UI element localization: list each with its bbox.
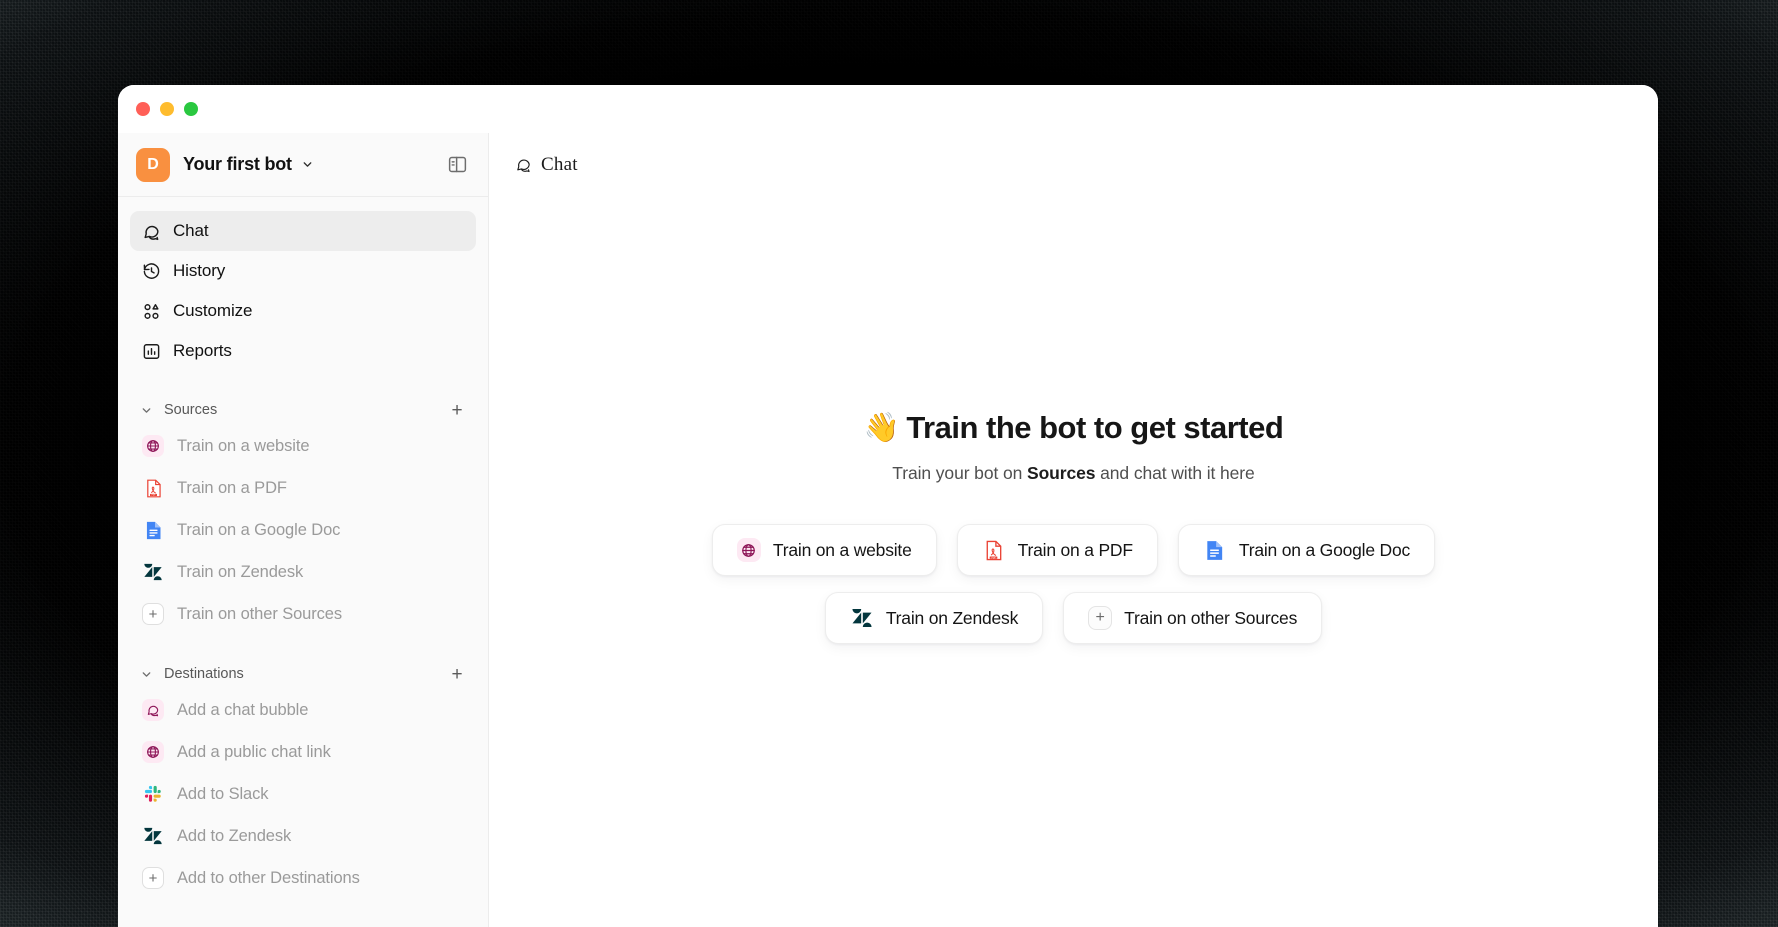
train-on-other-sources-button[interactable]: + Train on other Sources (1063, 592, 1323, 644)
add-source-button[interactable]: + (446, 399, 468, 421)
source-item-google-doc[interactable]: Train on a Google Doc (130, 509, 476, 551)
traffic-lights (136, 102, 198, 116)
plus-icon: + (142, 867, 164, 889)
workspace-name: Your first bot (183, 154, 292, 174)
window-titlebar (118, 85, 1658, 133)
sources-group-header: Sources + (130, 395, 476, 425)
source-item-label: Train on a Google Doc (177, 520, 341, 539)
training-buttons-row-2: Train on Zendesk + Train on other Source… (824, 592, 1323, 644)
destinations-group-header: Destinations + (130, 659, 476, 689)
plus-icon: + (1088, 606, 1113, 630)
button-label: Train on a Google Doc (1238, 539, 1411, 560)
subtitle-part-before: Train your bot on (892, 463, 1028, 483)
sidebar-item-history[interactable]: History (130, 251, 476, 291)
waving-hand-icon: 👋 (863, 412, 900, 444)
train-on-pdf-button[interactable]: PDF Train on a PDF (956, 524, 1158, 576)
destination-item-label: Add a public chat link (177, 742, 331, 761)
source-item-label: Train on Zendesk (177, 562, 304, 581)
customize-nodes-icon (142, 302, 161, 321)
window-body: D Your first bot Chat History Customize … (118, 133, 1658, 927)
sidebar-nav: Chat History Customize Reports (130, 211, 476, 371)
destination-item-label: Add to Slack (177, 784, 269, 803)
app-window: D Your first bot Chat History Customize … (118, 85, 1658, 927)
minimize-window-button[interactable] (160, 102, 174, 116)
sidebar-item-chat[interactable]: Chat (130, 211, 476, 251)
sidebar-header: D Your first bot (118, 133, 488, 197)
empty-state-title: 👋 Train the bot to get started (864, 410, 1284, 446)
pdf-file-icon: PDF (142, 477, 164, 499)
destination-item-label: Add to other Destinations (177, 868, 360, 887)
google-docs-icon (142, 519, 164, 541)
globe-icon (736, 538, 761, 562)
source-item-label: Train on a website (177, 436, 310, 455)
sidebar-item-label: Chat (173, 221, 209, 240)
sidebar-toggle-icon[interactable] (444, 152, 470, 178)
main-header: Chat (489, 133, 1658, 197)
sidebar-item-customize[interactable]: Customize (130, 291, 476, 331)
close-window-button[interactable] (136, 102, 150, 116)
source-item-zendesk[interactable]: Train on Zendesk (130, 551, 476, 593)
chevron-down-icon[interactable] (140, 668, 153, 681)
plus-icon: + (142, 603, 164, 625)
slack-icon (142, 783, 164, 805)
destination-item-public-link[interactable]: Add a public chat link (130, 731, 476, 773)
subtitle-part-after: and chat with it here (1095, 463, 1255, 483)
history-clock-icon (142, 262, 161, 281)
google-docs-icon (1203, 538, 1227, 562)
destinations-group-title: Destinations (164, 666, 244, 682)
source-item-pdf[interactable]: PDF Train on a PDF (130, 467, 476, 509)
sidebar-scroll-area[interactable]: Chat History Customize Reports Sources +… (118, 197, 488, 927)
sidebar-item-label: Customize (173, 301, 253, 320)
bar-chart-icon (142, 342, 161, 361)
sidebar-item-label: Reports (173, 341, 232, 360)
button-label: Train on other Sources (1124, 607, 1298, 628)
destination-item-label: Add a chat bubble (177, 700, 309, 719)
destination-item-slack[interactable]: Add to Slack (130, 773, 476, 815)
page-title: Chat (541, 153, 578, 175)
train-on-zendesk-button[interactable]: Train on Zendesk (824, 592, 1044, 644)
add-destination-button[interactable]: + (446, 663, 468, 685)
train-on-website-button[interactable]: Train on a website (711, 524, 937, 576)
sources-group: Sources + Train on a website PDF Train o… (130, 395, 476, 635)
subtitle-part-bold: Sources (1027, 463, 1096, 483)
train-on-google-doc-button[interactable]: Train on a Google Doc (1177, 524, 1436, 576)
sidebar: D Your first bot Chat History Customize … (118, 133, 489, 927)
zendesk-icon (142, 825, 164, 847)
chat-bubbles-icon (142, 699, 164, 721)
main-content: Chat 👋 Train the bot to get started Trai… (489, 133, 1658, 927)
sidebar-item-label: History (173, 261, 226, 280)
destinations-group: Destinations + Add a chat bubble Add a p… (130, 659, 476, 899)
destination-item-chat-bubble[interactable]: Add a chat bubble (130, 689, 476, 731)
destination-item-label: Add to Zendesk (177, 826, 292, 845)
destination-item-zendesk[interactable]: Add to Zendesk (130, 815, 476, 857)
zendesk-icon (850, 606, 874, 630)
training-buttons-row-1: Train on a website PDF Train on a PDF Tr… (711, 524, 1436, 576)
source-item-website[interactable]: Train on a website (130, 425, 476, 467)
chevron-down-icon[interactable] (301, 158, 314, 171)
zendesk-icon (142, 561, 164, 583)
pdf-file-icon: PDF (982, 538, 1006, 562)
sidebar-item-reports[interactable]: Reports (130, 331, 476, 371)
empty-state: 👋 Train the bot to get started Train you… (489, 197, 1658, 927)
button-label: Train on a PDF (1017, 539, 1133, 560)
source-item-label: Train on a PDF (177, 478, 287, 497)
sources-group-title: Sources (164, 402, 218, 418)
destination-item-other[interactable]: + Add to other Destinations (130, 857, 476, 899)
source-item-label: Train on other Sources (177, 604, 343, 623)
workspace-avatar: D (136, 147, 170, 182)
source-item-other[interactable]: + Train on other Sources (130, 593, 476, 635)
maximize-window-button[interactable] (184, 102, 198, 116)
chat-bubbles-icon (515, 156, 532, 173)
globe-icon (142, 741, 164, 763)
empty-state-title-text: Train the bot to get started (906, 410, 1284, 445)
chevron-down-icon[interactable] (140, 404, 153, 417)
chat-bubbles-icon (142, 222, 161, 241)
training-action-buttons: Train on a website PDF Train on a PDF Tr… (711, 524, 1436, 644)
globe-icon (142, 435, 164, 457)
empty-state-subtitle: Train your bot on Sources and chat with … (892, 463, 1254, 484)
button-label: Train on a website (772, 539, 912, 560)
button-label: Train on Zendesk (885, 607, 1019, 628)
